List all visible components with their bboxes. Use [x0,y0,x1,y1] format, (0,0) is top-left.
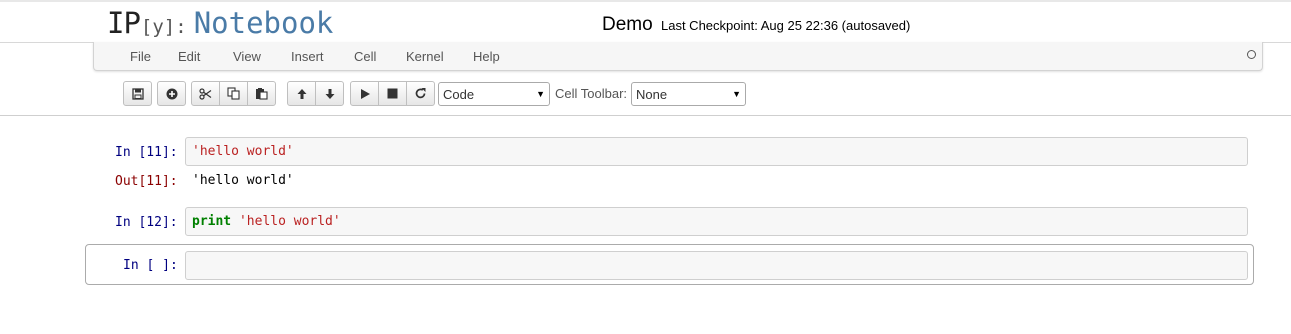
paste-icon [256,88,268,100]
code-input[interactable]: 'hello world' [185,137,1248,166]
run-icon [360,88,370,99]
move-up-icon [297,88,306,99]
code-string: 'hello world' [192,144,294,159]
cell-toolbar-value: None [636,86,668,102]
cell-toolbar-label: Cell Toolbar: [555,86,628,101]
logo-notebook: Notebook [193,6,334,40]
copy-icon [227,87,240,100]
insert-cell-button[interactable] [157,81,186,106]
toolbar-group-run [350,81,435,106]
save-button[interactable] [123,81,152,106]
output-prompt: Out[11]: [115,174,178,189]
menu-view[interactable]: View [233,49,261,64]
chevron-down-icon: ▼ [536,89,545,99]
menu-cell[interactable]: Cell [354,49,376,64]
menu-help[interactable]: Help [473,49,500,64]
notebook-name[interactable]: Demo [602,14,653,36]
menu-edit[interactable]: Edit [178,49,200,64]
code-input[interactable]: print 'hello world' [185,207,1248,236]
save-icon [131,87,144,100]
input-prompt: In [11]: [115,145,178,160]
paste-button[interactable] [247,81,276,106]
output-text: 'hello world' [192,173,294,188]
code-input-empty[interactable] [185,251,1248,280]
ipython-logo[interactable]: IP [y]: Notebook [107,6,333,40]
move-up-button[interactable] [287,81,316,106]
restart-icon [415,88,426,99]
interrupt-button[interactable] [378,81,407,106]
toolbar-divider [0,115,1291,116]
kernel-idle-icon [1247,50,1256,59]
logo-y: [y]: [140,16,187,38]
interrupt-icon [387,88,398,99]
move-down-icon [325,88,334,99]
menu-file[interactable]: File [130,49,151,64]
toolbar-group-insert [157,81,186,106]
logo-ip: IP [107,6,141,40]
chevron-down-icon: ▼ [732,89,741,99]
input-prompt: In [ ]: [123,258,178,273]
header: IP [y]: Notebook Demo Last Checkpoint: A… [0,2,1291,43]
menubar: File Edit View Insert Cell Kernel Help [93,42,1263,71]
menu-insert[interactable]: Insert [291,49,324,64]
cut-icon [199,87,212,100]
copy-button[interactable] [219,81,248,106]
move-down-button[interactable] [315,81,344,106]
code-string: 'hello world' [238,214,341,229]
input-prompt: In [12]: [115,215,178,230]
toolbar-group-save [123,81,152,106]
toolbar-group-move [287,81,344,106]
toolbar-group-edit [191,81,276,106]
run-button[interactable] [350,81,379,106]
cut-button[interactable] [191,81,220,106]
insert-cell-icon [166,88,177,99]
menu-kernel[interactable]: Kernel [406,49,444,64]
cell-type-value: Code [443,86,475,102]
code-keyword: print [192,214,232,229]
checkpoint-status: Last Checkpoint: Aug 25 22:36 (autosaved… [661,18,911,33]
cell-toolbar-select[interactable]: None ▼ [631,82,746,106]
cell-type-select[interactable]: Code ▼ [438,82,550,106]
restart-button[interactable] [406,81,435,106]
